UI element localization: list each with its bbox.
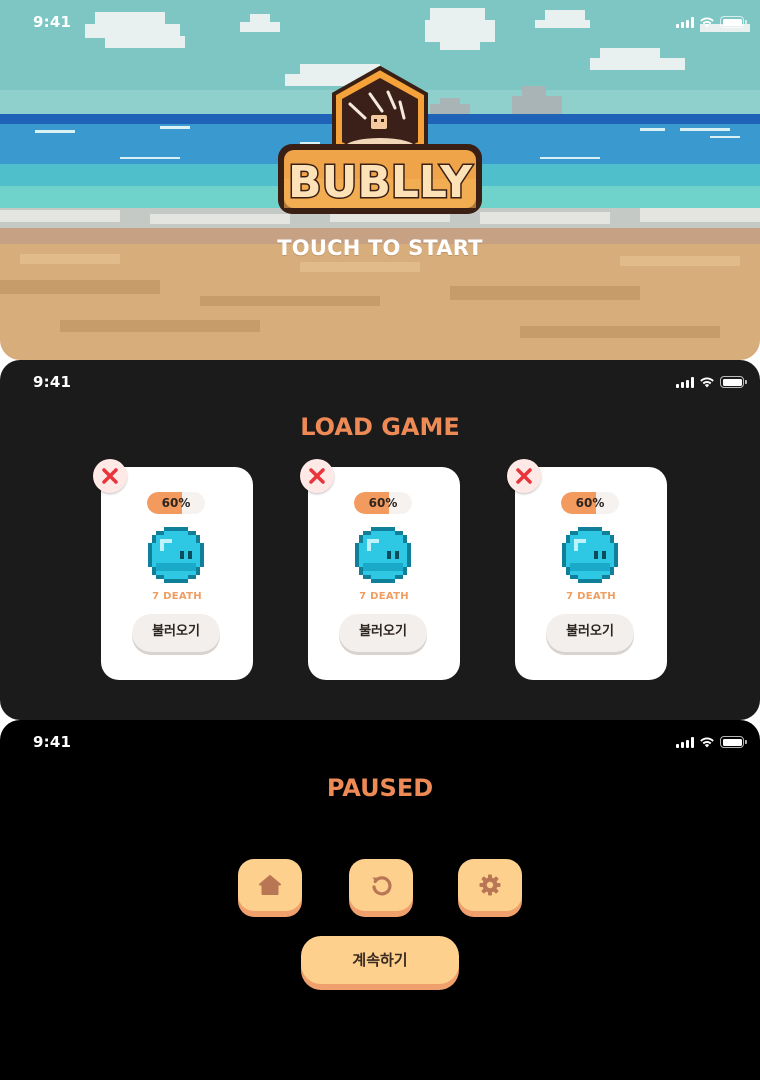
death-count: 7 DEATH xyxy=(152,591,202,602)
progress-label: 60% xyxy=(161,496,191,510)
gear-icon xyxy=(479,874,501,896)
battery-icon xyxy=(720,16,747,28)
continue-button[interactable]: 계속하기 xyxy=(301,936,459,984)
wifi-icon xyxy=(700,737,714,748)
title-screen[interactable]: 9:41 BUBLLY TOUCH TO START xyxy=(0,0,760,360)
load-game-title: LOAD GAME xyxy=(300,413,460,441)
settings-button[interactable] xyxy=(458,859,522,911)
close-icon xyxy=(309,468,325,484)
save-slot-3[interactable]: 60% 7 DEATH 불러오기 xyxy=(507,459,667,680)
load-button[interactable]: 불러오기 xyxy=(546,614,634,652)
status-bar: 9:41 xyxy=(0,360,760,406)
load-button[interactable]: 불러오기 xyxy=(132,614,220,652)
progress-label: 60% xyxy=(575,496,605,510)
battery-icon xyxy=(720,376,747,388)
progress-badge: 60% xyxy=(354,492,412,514)
bubble-character-icon xyxy=(148,527,204,583)
progress-badge: 60% xyxy=(561,492,619,514)
delete-slot-button[interactable] xyxy=(300,459,334,493)
delete-slot-button[interactable] xyxy=(93,459,127,493)
logo-text: BUBLLY xyxy=(288,157,473,208)
delete-slot-button[interactable] xyxy=(507,459,541,493)
game-logo: BUBLLY xyxy=(270,65,490,220)
signal-icon xyxy=(676,16,694,28)
wifi-icon xyxy=(700,377,714,388)
signal-icon xyxy=(676,376,694,388)
battery-icon xyxy=(720,736,747,748)
status-icons xyxy=(676,376,747,388)
progress-label: 60% xyxy=(368,496,398,510)
load-game-screen: 9:41 LOAD GAME 60% 7 DEATH 불러오기 60% 7 DE… xyxy=(0,360,760,720)
close-icon xyxy=(516,468,532,484)
progress-badge: 60% xyxy=(147,492,205,514)
wifi-icon xyxy=(700,17,714,28)
restart-button[interactable] xyxy=(349,859,413,911)
status-icons xyxy=(676,736,747,748)
status-time: 9:41 xyxy=(33,13,72,31)
signal-icon xyxy=(676,736,694,748)
status-time: 9:41 xyxy=(33,373,72,391)
death-count: 7 DEATH xyxy=(359,591,409,602)
status-bar: 9:41 xyxy=(0,720,760,766)
restart-icon xyxy=(372,876,392,896)
status-icons xyxy=(676,16,747,28)
bubble-character-icon xyxy=(355,527,411,583)
save-slot-1[interactable]: 60% 7 DEATH 불러오기 xyxy=(93,459,253,680)
pause-screen: 9:41 PAUSED 계속하기 xyxy=(0,720,760,1080)
paused-title: PAUSED xyxy=(326,774,434,802)
status-bar: 9:41 xyxy=(0,0,760,46)
death-count: 7 DEATH xyxy=(566,591,616,602)
bubble-character-icon xyxy=(562,527,618,583)
home-button[interactable] xyxy=(238,859,302,911)
touch-to-start-prompt[interactable]: TOUCH TO START xyxy=(0,236,760,260)
close-icon xyxy=(102,468,118,484)
home-icon xyxy=(259,875,281,895)
load-button[interactable]: 불러오기 xyxy=(339,614,427,652)
save-slot-2[interactable]: 60% 7 DEATH 불러오기 xyxy=(300,459,460,680)
status-time: 9:41 xyxy=(33,733,72,751)
